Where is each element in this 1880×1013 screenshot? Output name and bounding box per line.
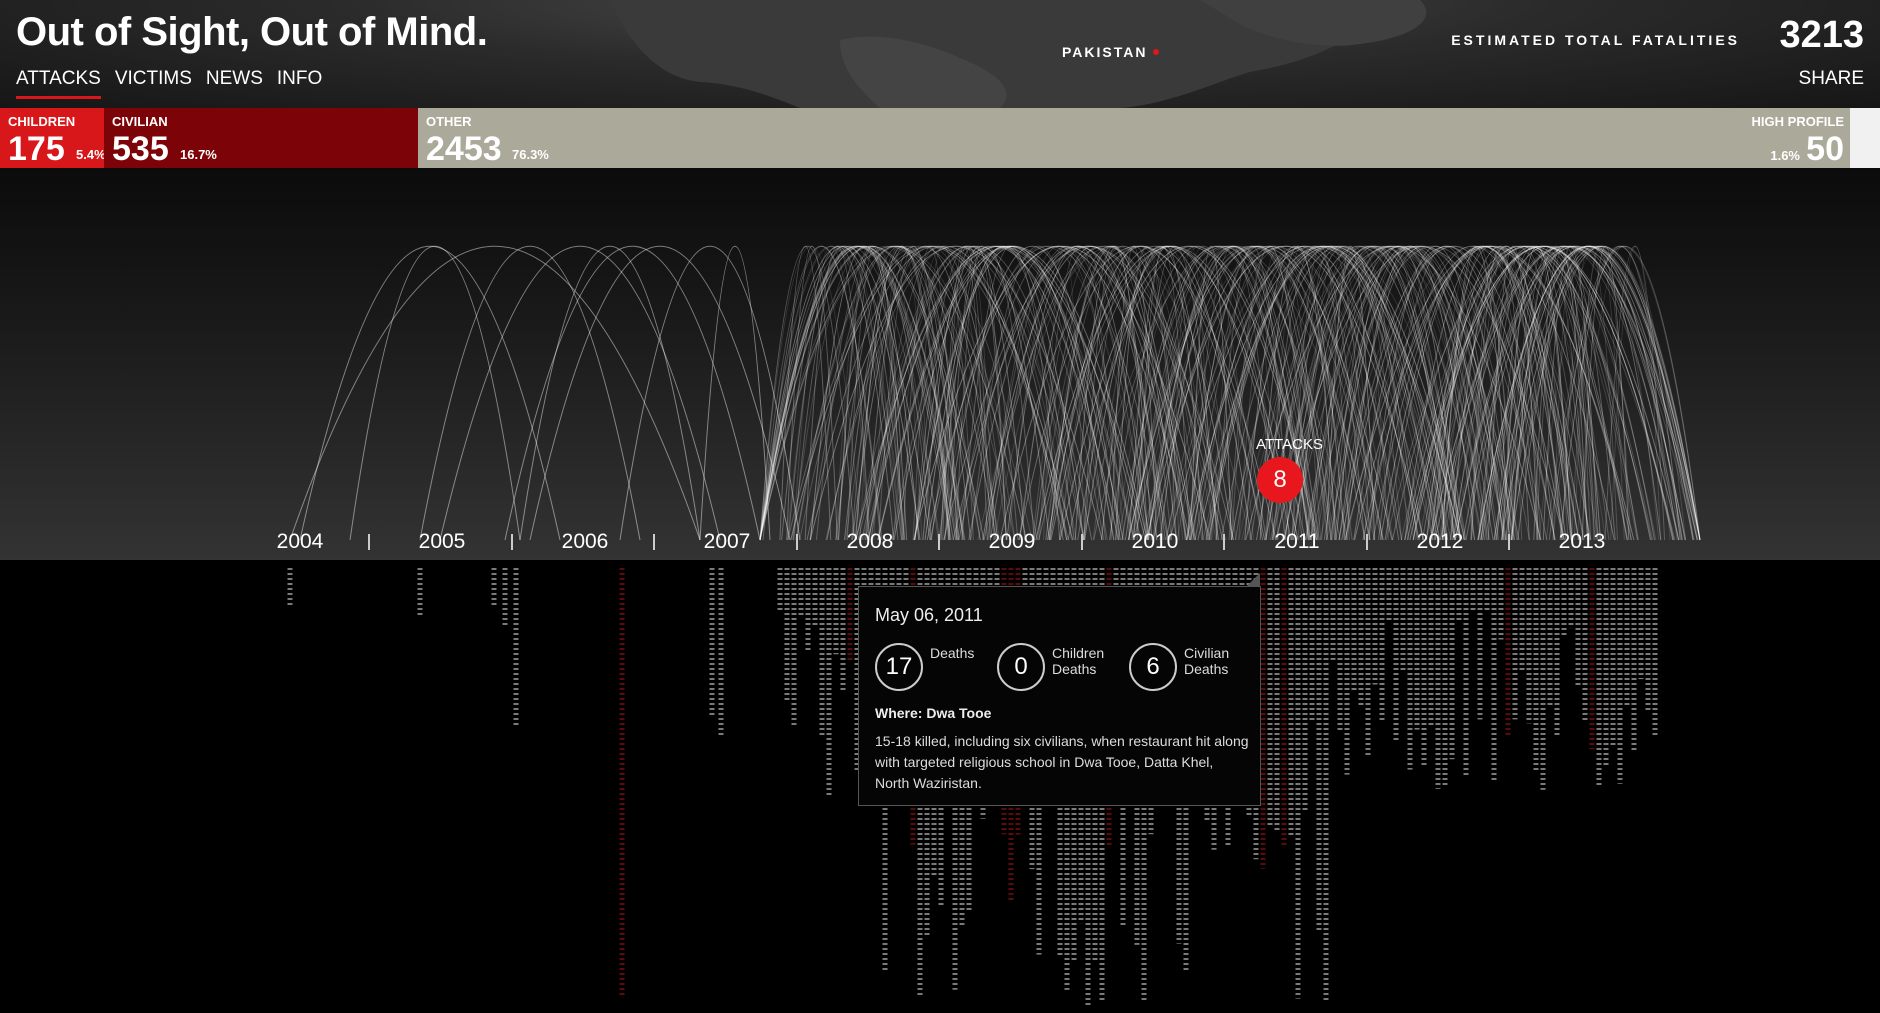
tooltip-deaths-stat: 17 Deaths: [875, 643, 974, 691]
nav-item-victims[interactable]: VICTIMS: [115, 68, 192, 99]
share-button[interactable]: SHARE: [1799, 68, 1864, 90]
year-label-2008: 2008: [846, 530, 894, 553]
category-other-value: 2453: [426, 130, 502, 168]
tooltip-children-stat: 0 Children Deaths: [997, 643, 1104, 691]
visualization-page: Out of Sight, Out of Mind. ATTACKS VICTI…: [0, 0, 1880, 1013]
year-label-2009: 2009: [988, 530, 1036, 553]
year-tick: [938, 534, 940, 550]
year-label-2013: 2013: [1558, 530, 1606, 553]
year-tick: [653, 534, 655, 550]
tooltip-civilian-stat: 6 Civilian Deaths: [1129, 643, 1229, 691]
nav-item-info[interactable]: INFO: [277, 68, 322, 99]
attack-arc: [529, 245, 791, 541]
map-location-label: PAKISTAN: [1062, 44, 1160, 60]
category-bar: CHILDREN 175 5.4% CIVILIAN 535 16.7% OTH…: [0, 108, 1880, 168]
map-location-text: PAKISTAN: [1062, 44, 1148, 60]
tooltip-civilian-label-2: Deaths: [1184, 661, 1229, 677]
tooltip-civilian-caption: Civilian Deaths: [1184, 645, 1229, 677]
tooltip-children-label-1: Children: [1052, 645, 1105, 661]
fatalities-label: ESTIMATED TOTAL FATALITIES: [1451, 32, 1740, 48]
year-label-2006: 2006: [561, 530, 609, 553]
year-tick: [1366, 534, 1368, 550]
header: Out of Sight, Out of Mind. ATTACKS VICTI…: [0, 0, 1880, 108]
category-civilian-label: CIVILIAN: [112, 114, 168, 129]
attack-arcs-area: 2004 2005 2006 2007 2008 2009 2010 2011 …: [0, 168, 1880, 560]
tooltip-description: 15-18 killed, including six civilians, w…: [875, 733, 1249, 791]
tooltip-civilian-value: 6: [1129, 643, 1177, 691]
attack-count-badge[interactable]: 8: [1257, 457, 1303, 503]
year-label-2005: 2005: [418, 530, 466, 553]
category-high-profile-pct: 1.6%: [1770, 148, 1800, 163]
year-tick: [511, 534, 513, 550]
tooltip-children-caption: Children Deaths: [1052, 645, 1104, 677]
year-tick: [1081, 534, 1083, 550]
tooltip-deaths-value: 17: [875, 643, 923, 691]
category-children-value: 175: [8, 130, 65, 168]
tooltip-deaths-label: Deaths: [930, 645, 975, 661]
attack-arc: [439, 245, 721, 541]
year-label-2010: 2010: [1131, 530, 1179, 553]
year-tick: [796, 534, 798, 550]
main-nav: ATTACKS VICTIMS NEWS INFO: [16, 68, 322, 99]
category-children[interactable]: CHILDREN 175 5.4%: [0, 108, 104, 168]
year-label-2004: 2004: [276, 530, 324, 553]
nav-item-news[interactable]: NEWS: [206, 68, 263, 99]
year-tick: [368, 534, 370, 550]
category-other-pct: 76.3%: [512, 147, 549, 162]
category-children-pct: 5.4%: [76, 147, 104, 162]
attack-detail-tooltip: May 06, 2011 17 Deaths 0 Children Deaths…: [858, 573, 1261, 806]
category-civilian-pct: 16.7%: [180, 147, 217, 162]
category-high-profile-label: HIGH PROFILE: [1751, 114, 1844, 129]
tooltip-children-label-2: Deaths: [1052, 661, 1097, 677]
tooltip-location: Where: Dwa Tooe: [875, 705, 992, 721]
attack-arc: [1425, 245, 1657, 541]
category-civilian-value: 535: [112, 130, 169, 168]
category-high-profile[interactable]: [1850, 108, 1880, 168]
year-tick: [1223, 534, 1225, 550]
fatalities-value: 3213: [1779, 14, 1864, 56]
year-label-2012: 2012: [1416, 530, 1464, 553]
year-label-2011: 2011: [1274, 530, 1320, 553]
attack-arc: [419, 245, 641, 541]
attack-marker-label: ATTACKS: [1256, 436, 1323, 453]
category-other[interactable]: OTHER 2453 76.3% HIGH PROFILE 1.6% 50: [418, 108, 1850, 168]
attack-arc: [299, 245, 561, 541]
tooltip-children-value: 0: [997, 643, 1045, 691]
location-dot-icon: [1153, 49, 1160, 55]
category-children-label: CHILDREN: [8, 114, 76, 129]
tooltip-civilian-label-1: Civilian: [1184, 645, 1230, 661]
category-high-profile-value: 50: [1806, 130, 1844, 168]
nav-item-attacks[interactable]: ATTACKS: [16, 68, 101, 99]
tooltip-deaths-caption: Deaths: [930, 645, 974, 661]
page-title: Out of Sight, Out of Mind.: [16, 10, 488, 54]
year-label-2007: 2007: [703, 530, 751, 553]
tooltip-date: May 06, 2011: [875, 605, 983, 625]
attack-arc: [349, 245, 521, 541]
category-civilian[interactable]: CIVILIAN 535 16.7%: [104, 108, 418, 168]
category-other-label: OTHER: [426, 114, 472, 129]
year-tick: [1508, 534, 1510, 550]
attack-marker: ATTACKS 8: [1256, 436, 1323, 503]
attack-arcs: [289, 245, 1701, 541]
